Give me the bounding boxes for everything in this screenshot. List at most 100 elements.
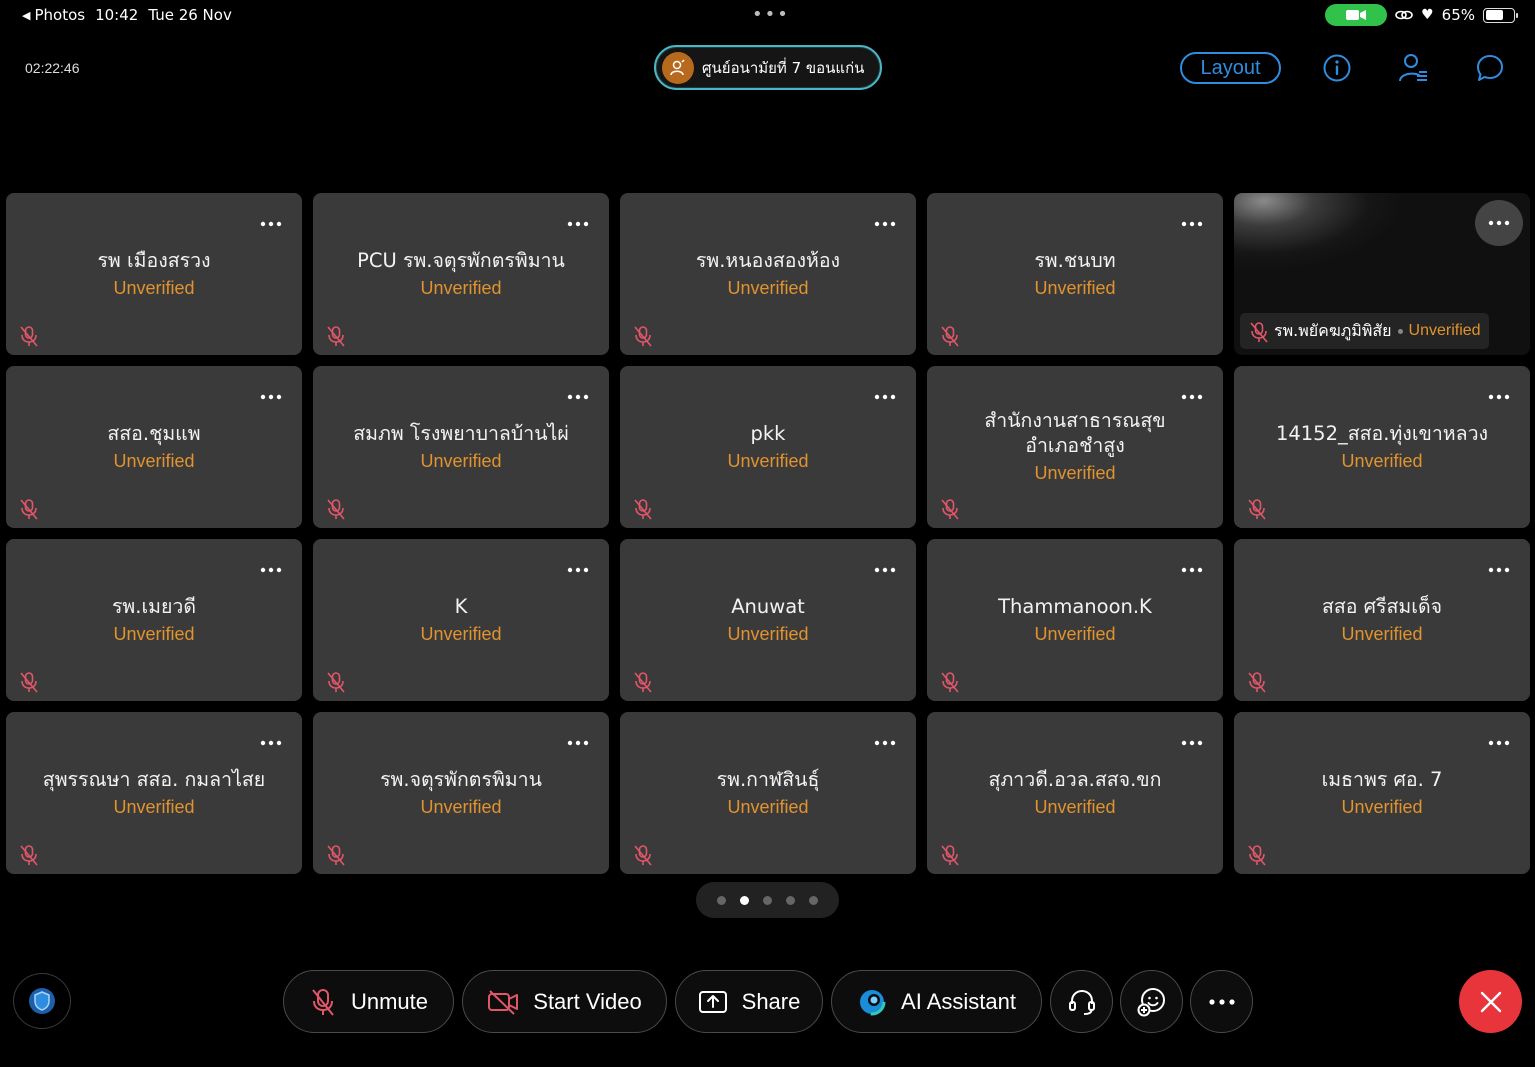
participant-tile[interactable]: pkk Unverified [620,366,916,528]
participant-tile[interactable]: สุพรรณษา สสอ. กมลาไสย Unverified [6,712,302,874]
headset-icon [1068,989,1095,1015]
participant-name: รพ เมืองสรวง [97,248,211,272]
participant-tile[interactable]: รพ.จตุรพักตรพิมาน Unverified [313,712,609,874]
video-camera-icon [1346,10,1367,20]
muted-mic-icon [325,325,347,347]
participant-tile[interactable]: สสอ ศรีสมเด็จ Unverified [1234,539,1530,701]
ai-assistant-button[interactable]: AI Assistant [831,970,1042,1033]
muted-microphone-icon [312,988,334,1016]
participant-more-icon[interactable] [1475,200,1523,246]
muted-mic-icon [939,844,961,866]
participant-more-icon[interactable] [864,724,906,762]
info-button[interactable] [1319,50,1355,86]
participant-more-icon[interactable] [864,378,906,416]
chat-button[interactable] [1472,50,1508,86]
participant-tile[interactable]: รพ.เมยวดี Unverified [6,539,302,701]
participant-tile[interactable]: K Unverified [313,539,609,701]
host-name: ศูนย์อนามัยที่ 7 ขอนแก่น [702,58,865,77]
participant-tile[interactable]: เมธาพร ศอ. 7 Unverified [1234,712,1530,874]
participant-more-icon[interactable] [1478,724,1520,762]
participant-tile[interactable]: สมภพ โรงพยาบาลบ้านไผ่ Unverified [313,366,609,528]
layout-button[interactable]: Layout [1180,52,1281,84]
back-to-app-link[interactable]: ◀ Photos [22,6,85,24]
more-horizontal-icon [1208,998,1235,1005]
participant-more-icon[interactable] [1171,378,1213,416]
participant-more-icon[interactable] [557,551,599,589]
muted-mic-icon [1246,498,1268,520]
participant-tile[interactable]: Anuwat Unverified [620,539,916,701]
page-indicator[interactable] [696,882,839,918]
close-icon [1480,991,1501,1012]
muted-mic-icon [1246,671,1268,693]
participant-more-icon[interactable] [557,724,599,762]
participant-tile[interactable]: สุภาวดี.อวล.สสจ.ขก Unverified [927,712,1223,874]
shield-icon [29,988,55,1014]
page-dot-5[interactable] [809,895,818,905]
participant-more-icon[interactable] [1171,551,1213,589]
page-dot-4[interactable] [786,895,795,905]
more-options-button[interactable] [1190,970,1253,1033]
muted-mic-icon [18,325,40,347]
participant-name-label: รพ.พยัคฆภูมิพิสัย Unverified [1240,313,1489,349]
participant-name: สสอ.ชุมแพ [107,421,201,445]
participant-name: 14152_สสอ.ทุ่งเขาหลวง [1275,421,1489,445]
participant-status: Unverified [1408,322,1481,339]
leave-meeting-button[interactable] [1459,970,1522,1033]
participant-more-icon[interactable] [250,205,292,243]
battery-percent: 65% [1441,6,1475,24]
active-speaker-pill[interactable]: ศูนย์อนามัยที่ 7 ขอนแก่น [654,45,882,90]
participant-more-icon[interactable] [557,378,599,416]
status-bar: ◀ Photos 10:42 Tue 26 Nov ••• ♥ 65% [0,0,1535,32]
participant-more-icon[interactable] [864,551,906,589]
participant-name: รพ.เมยวดี [111,594,197,618]
page-dot-3[interactable] [763,895,772,905]
share-button[interactable]: Share [675,970,823,1033]
info-icon [1323,54,1351,82]
person-icon [670,58,685,75]
participant-more-icon[interactable] [1171,205,1213,243]
participant-name: Thammanoon.K [998,594,1152,618]
participant-more-icon[interactable] [1478,551,1520,589]
participant-tile[interactable]: รพ.พยัคฆภูมิพิสัย Unverified [1234,193,1530,355]
reactions-button[interactable] [1120,970,1183,1033]
participant-name: รพ.พยัคฆภูมิพิสัย [1274,320,1392,340]
participant-more-icon[interactable] [1478,378,1520,416]
unmute-button[interactable]: Unmute [283,970,454,1033]
video-off-icon [488,989,519,1015]
participant-tile[interactable]: PCU รพ.จตุรพักตรพิมาน Unverified [313,193,609,355]
back-app-label: Photos [34,6,86,24]
participant-tile[interactable]: รพ.ชนบท Unverified [927,193,1223,355]
participant-more-icon[interactable] [1171,724,1213,762]
participant-more-icon[interactable] [250,378,292,416]
participant-status: Unverified [113,796,195,817]
participant-status: Unverified [1034,796,1116,817]
page-dot-2[interactable] [740,895,749,905]
participant-tile[interactable]: 14152_สสอ.ทุ่งเขาหลวง Unverified [1234,366,1530,528]
participant-tile[interactable]: รพ.กาฬสินธุ์ Unverified [620,712,916,874]
participants-icon [1399,54,1427,82]
participants-button[interactable] [1395,50,1431,86]
muted-mic-icon [325,844,347,866]
participant-status: Unverified [727,796,809,817]
multitasking-dots-icon[interactable]: ••• [752,4,790,25]
participant-status: Unverified [113,450,195,471]
page-dot-1[interactable] [717,895,726,905]
participant-more-icon[interactable] [864,205,906,243]
participant-more-icon[interactable] [557,205,599,243]
participant-more-icon[interactable] [250,551,292,589]
participant-status: Unverified [420,450,502,471]
unmute-label: Unmute [350,988,429,1014]
participant-more-icon[interactable] [250,724,292,762]
heart-icon: ♥ [1421,7,1434,23]
participant-status: Unverified [1341,796,1423,817]
chat-icon [1477,55,1503,81]
participant-name: สมภพ โรงพยาบาลบ้านไผ่ [353,421,569,445]
participant-tile[interactable]: สำนักงานสาธารณสุขอำเภอชำสูง Unverified [927,366,1223,528]
participant-tile[interactable]: Thammanoon.K Unverified [927,539,1223,701]
participant-tile[interactable]: รพ เมืองสรวง Unverified [6,193,302,355]
participant-tile[interactable]: รพ.หนองสองห้อง Unverified [620,193,916,355]
audio-settings-button[interactable] [1050,970,1113,1033]
participant-tile[interactable]: สสอ.ชุมแพ Unverified [6,366,302,528]
security-button[interactable] [13,973,71,1029]
start-video-button[interactable]: Start Video [462,970,667,1033]
